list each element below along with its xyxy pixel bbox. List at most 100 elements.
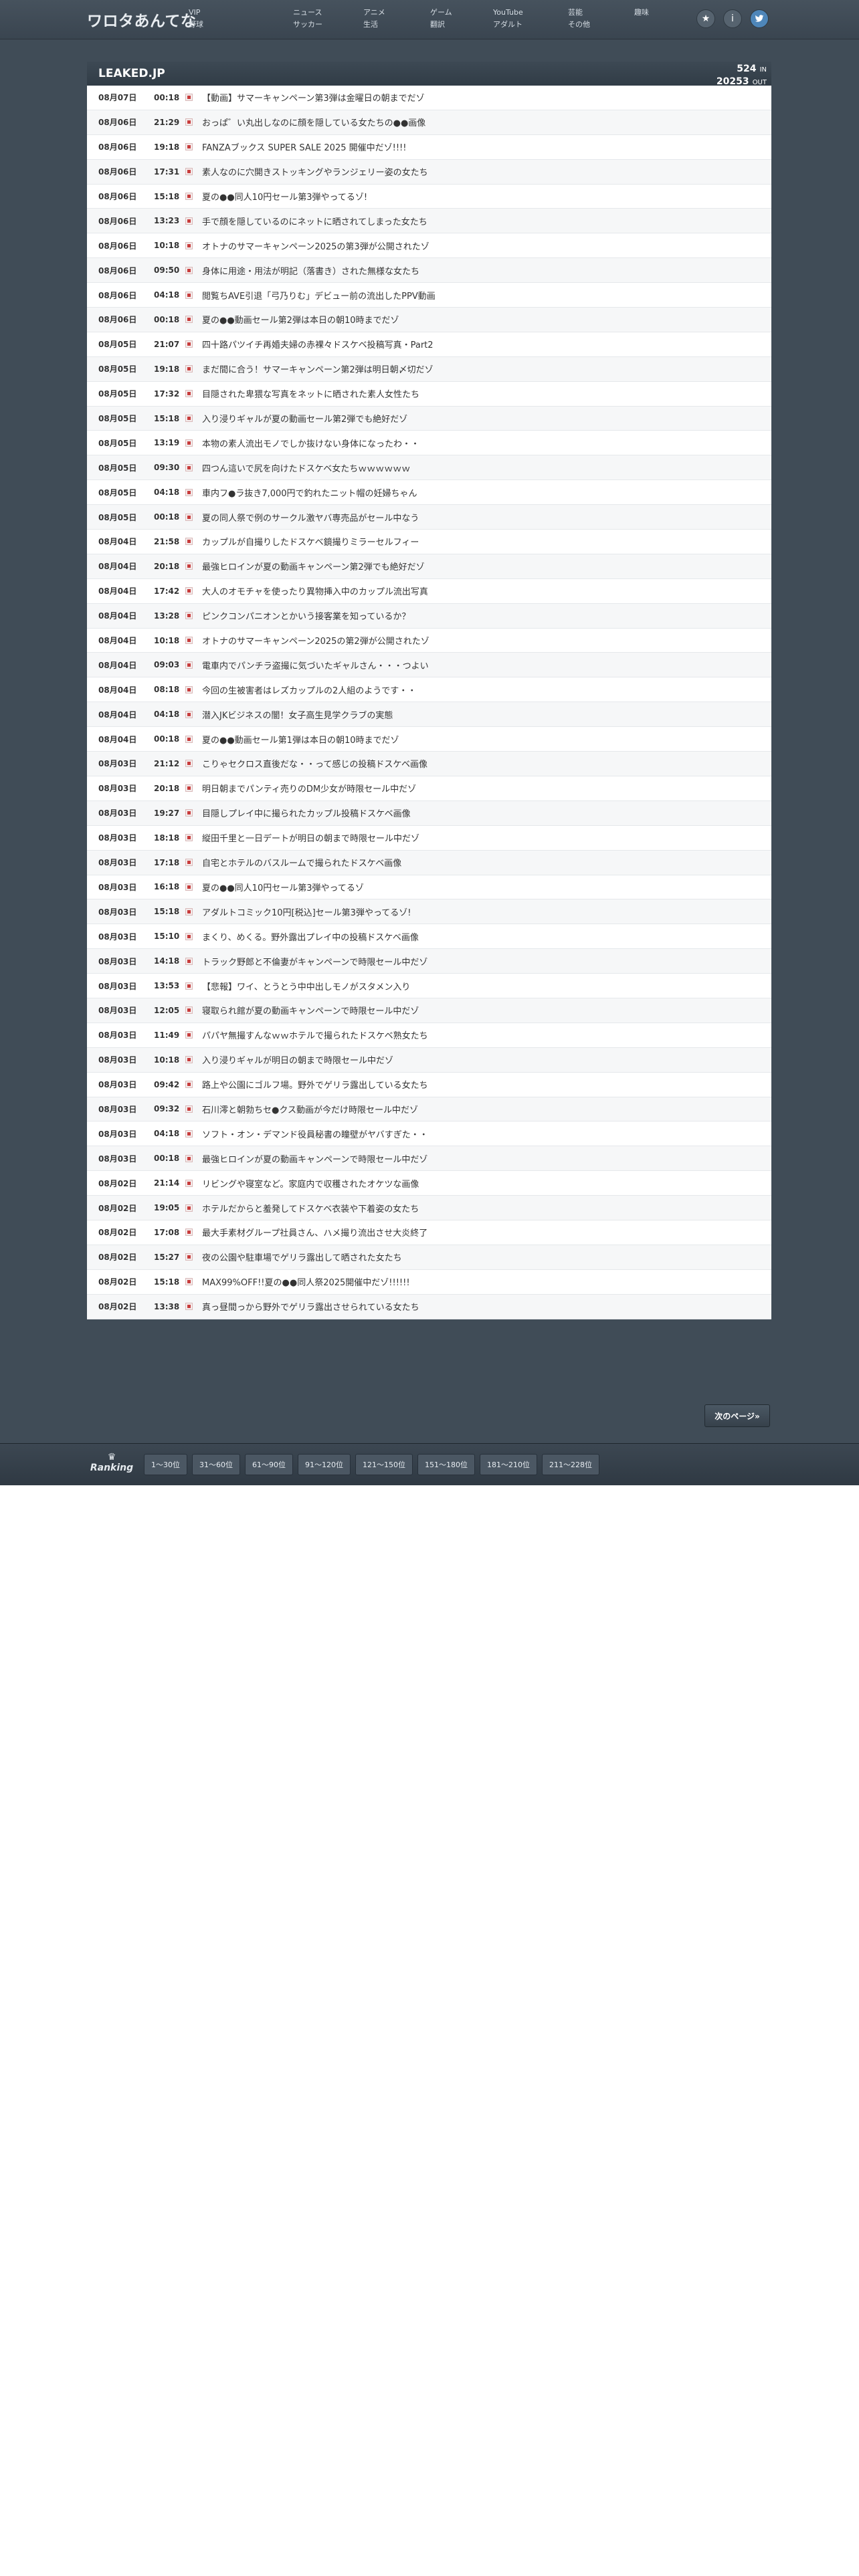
article-row[interactable]: 08月03日 18:18 縦田千里と一日デートが明日の朝まで時限セール中だゾ — [87, 826, 771, 851]
article-row[interactable]: 08月05日 04:18 車内フ●ラ抜き7,000円で釣れたニット帽の妊婦ちゃん — [87, 480, 771, 506]
article-title[interactable]: 夏の●●同人10円セール第3弾やってるゾ! — [202, 190, 367, 203]
article-row[interactable]: 08月04日 10:18 オトナのサマーキャンペーン2025の第2弾が公開されたゾ — [87, 629, 771, 653]
article-title[interactable]: ピンクコンパニオンとかいう接客業を知っているか？ — [202, 609, 410, 622]
article-row[interactable]: 08月05日 00:18 夏の同人祭で例のサークル激ヤバ専売品がセール中なう — [87, 505, 771, 530]
article-row[interactable]: 08月04日 09:03 電車内でパンチラ盗撮に気づいたギャルさん・・・つよい — [87, 653, 771, 678]
article-title[interactable]: 明日朝までパンティ売りのDM少女が時限セール中だゾ — [202, 782, 416, 794]
article-title[interactable]: 自宅とホテルのバスルームで撮られたドスケベ画像 — [202, 856, 401, 869]
article-row[interactable]: 08月02日 17:08 最大手素材グループ社員さん、ハメ撮り流出させ大炎終了 — [87, 1220, 771, 1245]
nav-link[interactable]: VIP — [189, 7, 242, 19]
article-title[interactable]: 最強ヒロインが夏の動画キャンペーンで時限セール中だゾ — [202, 1152, 427, 1165]
nav-link[interactable]: ニュース — [293, 7, 347, 19]
article-row[interactable]: 08月03日 12:05 寝取られ館が夏の動画キャンペーンで時限セール中だゾ — [87, 998, 771, 1023]
article-title[interactable]: まだ間に合う！サマーキャンペーン第2弾は明日朝〆切だゾ — [202, 362, 434, 375]
article-row[interactable]: 08月03日 17:18 自宅とホテルのバスルームで撮られたドスケベ画像 — [87, 850, 771, 875]
article-title[interactable]: 閲覧ちAVE引退「弓乃りむ」デビュー前の流出したPPV動画 — [202, 289, 436, 302]
article-title[interactable]: 身体に用途・用法が明記（落書き）された無様な女たち — [202, 264, 419, 277]
article-row[interactable]: 08月02日 21:14 リビングや寝室など。家庭内で収穫されたオケツな画像 — [87, 1171, 771, 1196]
article-title[interactable]: カップルが自撮りしたドスケベ鏡撮りミラーセルフィー — [202, 535, 419, 548]
article-title[interactable]: 潜入JKビジネスの闇！女子高生見学クラブの実態 — [202, 708, 393, 721]
article-title[interactable]: 【悲報】ワイ、とうとう中中出しモノがスタメン入り — [202, 980, 410, 992]
article-title[interactable]: トラック野郎と不倫妻がキャンペーンで時限セール中だゾ — [202, 955, 427, 968]
article-title[interactable]: 真っ昼間っから野外でゲリラ露出させられている女たち — [202, 1300, 419, 1313]
nav-link[interactable]: その他 — [568, 19, 622, 31]
article-title[interactable]: 車内フ●ラ抜き7,000円で釣れたニット帽の妊婦ちゃん — [202, 486, 417, 499]
article-title[interactable]: 本物の素人流出モノでしか抜けない身体になったわ・・ — [202, 437, 419, 449]
article-row[interactable]: 08月03日 04:18 ソフト・オン・デマンド役員秘書の瞳壁がヤバすぎた・・ — [87, 1121, 771, 1147]
article-title[interactable]: FANZAブックス SUPER SALE 2025 開催中だゾ!!!! — [202, 140, 406, 153]
article-title[interactable]: ホテルだからと羞発してドスケベ衣装や下着姿の女たち — [202, 1202, 419, 1214]
article-title[interactable]: 四つん這いで尻を向けたドスケベ女たちｗｗｗｗｗｗ — [202, 461, 410, 474]
star-icon[interactable]: ★ — [696, 9, 715, 28]
article-row[interactable]: 08月07日 00:18 【動画】サマーキャンペーン第3弾は金曜日の朝までだゾ — [87, 86, 771, 110]
article-row[interactable]: 08月05日 13:19 本物の素人流出モノでしか抜けない身体になったわ・・ — [87, 431, 771, 456]
ranking-range-button[interactable]: 1〜30位 — [144, 1454, 187, 1475]
ranking-range-button[interactable]: 31〜60位 — [192, 1454, 240, 1475]
article-row[interactable]: 08月04日 17:42 大人のオモチャを使ったり異物挿入中のカップル流出写真 — [87, 579, 771, 604]
article-title[interactable]: 夏の●●同人10円セール第3弾やってるゾ — [202, 881, 364, 893]
article-row[interactable]: 08月05日 15:18 入り浸りギャルが夏の動画セール第2弾でも絶好だゾ — [87, 406, 771, 431]
twitter-bird-icon[interactable] — [750, 9, 769, 28]
ranking-range-button[interactable]: 91〜120位 — [298, 1454, 351, 1475]
nav-link[interactable]: サッカー — [293, 19, 347, 31]
site-logo[interactable]: ワロタあんてな — [87, 8, 196, 31]
article-title[interactable]: アダルトコミック10円[税込]セール第3弾やってるゾ! — [202, 905, 411, 918]
article-title[interactable]: こりゃセクロス直後だな・・って感じの投稿ドスケベ画像 — [202, 757, 427, 770]
article-row[interactable]: 08月04日 08:18 今回の生被害者はレズカップルの2人組のようです・・ — [87, 677, 771, 703]
next-page-button[interactable]: 次のページ» — [704, 1404, 770, 1427]
article-row[interactable]: 08月06日 04:18 閲覧ちAVE引退「弓乃りむ」デビュー前の流出したPPV動画 — [87, 283, 771, 308]
nav-link[interactable]: アニメ — [363, 7, 417, 19]
article-row[interactable]: 08月06日 15:18 夏の●●同人10円セール第3弾やってるゾ! — [87, 185, 771, 209]
article-row[interactable]: 08月05日 19:18 まだ間に合う！サマーキャンペーン第2弾は明日朝〆切だゾ — [87, 356, 771, 382]
article-row[interactable]: 08月06日 19:18 FANZAブックス SUPER SALE 2025 開催中… — [87, 135, 771, 160]
article-title[interactable]: 夜の公園や駐車場でゲリラ露出して晒された女たち — [202, 1251, 402, 1263]
nav-link[interactable]: 生活 — [363, 19, 417, 31]
article-title[interactable]: リビングや寝室など。家庭内で収穫されたオケツな画像 — [202, 1177, 419, 1190]
article-row[interactable]: 08月02日 15:18 MAX99%OFF!!夏の●●同人祭2025開催中だゾ!!… — [87, 1270, 771, 1295]
article-title[interactable]: 【動画】サマーキャンペーン第3弾は金曜日の朝までだゾ — [202, 91, 425, 104]
article-title[interactable]: 手で顔を隠しているのにネットに晒されてしまった女たち — [202, 215, 427, 227]
article-row[interactable]: 08月03日 11:49 パパヤ無撮すんなｗｗホテルで撮られたドスケベ熟女たち — [87, 1023, 771, 1048]
article-row[interactable]: 08月05日 09:30 四つん這いで尻を向けたドスケベ女たちｗｗｗｗｗｗ — [87, 455, 771, 481]
article-title[interactable]: 今回の生被害者はレズカップルの2人組のようです・・ — [202, 683, 416, 696]
article-row[interactable]: 08月02日 19:05 ホテルだからと羞発してドスケベ衣装や下着姿の女たち — [87, 1196, 771, 1220]
article-row[interactable]: 08月06日 13:23 手で顔を隠しているのにネットに晒されてしまった女たち — [87, 209, 771, 234]
nav-link[interactable]: ゲーム — [430, 7, 484, 19]
article-row[interactable]: 08月06日 17:31 素人なのに穴開きストッキングやランジェリー姿の女たち — [87, 159, 771, 185]
article-title[interactable]: 四十路パツイチ再婚夫婦の赤裸々ドスケベ投稿写真・Part2 — [202, 338, 434, 350]
nav-link[interactable]: YouTube — [493, 7, 547, 19]
article-row[interactable]: 08月03日 09:42 路上や公園にゴルフ場。野外でゲリラ露出している女たち — [87, 1073, 771, 1097]
article-title[interactable]: 寝取られ館が夏の動画キャンペーンで時限セール中だゾ — [202, 1004, 419, 1016]
site-title[interactable]: LEAKED.JP — [98, 67, 165, 80]
article-title[interactable]: 夏の●●動画セール第2弾は本日の朝10時までだゾ — [202, 313, 399, 326]
nav-link[interactable]: 翻訳 — [430, 19, 484, 31]
nav-link[interactable]: 野球 — [189, 19, 242, 31]
article-row[interactable]: 08月05日 21:07 四十路パツイチ再婚夫婦の赤裸々ドスケベ投稿写真・Part2 — [87, 332, 771, 357]
article-row[interactable]: 08月03日 15:10 まくり、めくる。野外露出プレイ中の投稿ドスケベ画像 — [87, 924, 771, 950]
article-row[interactable]: 08月03日 10:18 入り浸りギャルが明日の朝まで時限セール中だゾ — [87, 1047, 771, 1073]
article-row[interactable]: 08月03日 21:12 こりゃセクロス直後だな・・って感じの投稿ドスケベ画像 — [87, 752, 771, 776]
article-title[interactable]: 目隠された卑猥な写真をネットに晒された素人女性たち — [202, 387, 419, 400]
ranking-range-button[interactable]: 61〜90位 — [245, 1454, 293, 1475]
article-title[interactable]: 大人のオモチャを使ったり異物挿入中のカップル流出写真 — [202, 584, 428, 597]
article-row[interactable]: 08月05日 17:32 目隠された卑猥な写真をネットに晒された素人女性たち — [87, 382, 771, 407]
article-title[interactable]: オトナのサマーキャンペーン2025の第3弾が公開されたゾ — [202, 239, 430, 252]
ranking-range-button[interactable]: 151〜180位 — [417, 1454, 475, 1475]
article-row[interactable]: 08月03日 20:18 明日朝までパンティ売りのDM少女が時限セール中だゾ — [87, 776, 771, 801]
article-row[interactable]: 08月03日 19:27 目隠しプレイ中に撮られたカップル投稿ドスケベ画像 — [87, 800, 771, 826]
ranking-range-button[interactable]: 211〜228位 — [542, 1454, 599, 1475]
article-title[interactable]: 最強ヒロインが夏の動画キャンペーン第2弾でも絶好だゾ — [202, 560, 425, 572]
article-title[interactable]: 最大手素材グループ社員さん、ハメ撮り流出させ大炎終了 — [202, 1226, 427, 1239]
article-title[interactable]: 路上や公園にゴルフ場。野外でゲリラ露出している女たち — [202, 1078, 428, 1091]
article-row[interactable]: 08月04日 13:28 ピンクコンパニオンとかいう接客業を知っているか？ — [87, 603, 771, 629]
article-row[interactable]: 08月03日 14:18 トラック野郎と不倫妻がキャンペーンで時限セール中だゾ — [87, 949, 771, 974]
article-title[interactable]: ソフト・オン・デマンド役員秘書の瞳壁がヤバすぎた・・ — [202, 1128, 428, 1140]
article-row[interactable]: 08月03日 16:18 夏の●●同人10円セール第3弾やってるゾ — [87, 875, 771, 900]
article-row[interactable]: 08月02日 13:38 真っ昼間っから野外でゲリラ露出させられている女たち — [87, 1294, 771, 1319]
article-row[interactable]: 08月04日 21:58 カップルが自撮りしたドスケベ鏡撮りミラーセルフィー — [87, 530, 771, 554]
article-title[interactable]: おっぱ゛い丸出しなのに顔を隠している女たちの●●画像 — [202, 116, 425, 128]
article-title[interactable]: MAX99%OFF!!夏の●●同人祭2025開催中だゾ!!!!!! — [202, 1275, 410, 1288]
ranking-range-button[interactable]: 121〜150位 — [355, 1454, 413, 1475]
article-title[interactable]: オトナのサマーキャンペーン2025の第2弾が公開されたゾ — [202, 634, 430, 647]
article-title[interactable]: 電車内でパンチラ盗撮に気づいたギャルさん・・・つよい — [202, 659, 429, 671]
